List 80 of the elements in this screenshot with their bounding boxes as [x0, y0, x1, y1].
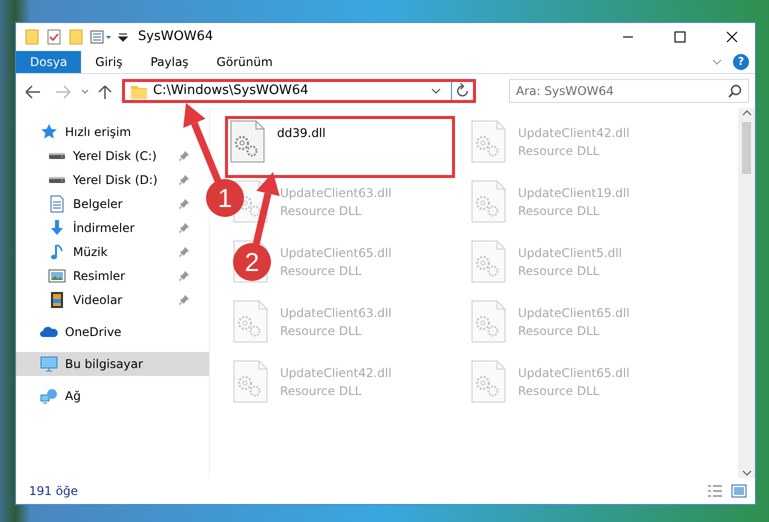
details-view-icon[interactable] — [707, 484, 723, 498]
file-type: Resource DLL — [280, 383, 362, 400]
step-number: 1 — [218, 183, 232, 213]
help-button[interactable]: ? — [733, 54, 749, 70]
ribbon-tab[interactable]: Giriş — [81, 51, 136, 73]
folder-icon — [24, 29, 40, 45]
address-path: C:\Windows\SysWOW64 — [153, 82, 308, 100]
search-field[interactable]: Ara: SysWOW64 — [509, 79, 749, 103]
sidebar-label: Videolar — [73, 292, 122, 309]
up-arrow-icon — [98, 84, 112, 100]
window-title: SysWOW64 — [138, 28, 214, 46]
large-icons-view-icon[interactable] — [731, 484, 747, 498]
music-note-icon — [48, 243, 66, 261]
scrollbar-thumb[interactable] — [742, 122, 751, 174]
dll-file-icon — [471, 300, 506, 343]
sidebar-label: Müzik — [73, 244, 108, 261]
sidebar-label: Yerel Disk (C:) — [73, 148, 157, 165]
sidebar-item[interactable]: Videolar — [16, 288, 195, 312]
sidebar-label: OneDrive — [65, 324, 122, 341]
dll-file-icon — [471, 240, 506, 283]
properties-icon[interactable] — [90, 29, 112, 45]
address-bar[interactable]: C:\Windows\SysWOW64 — [122, 79, 476, 103]
sidebar-item[interactable]: Hızlı erişim — [16, 120, 195, 144]
network-icon — [40, 387, 58, 405]
sidebar-item[interactable]: Resimler — [16, 264, 195, 288]
sidebar-item[interactable]: Ağ — [16, 384, 195, 408]
close-icon — [726, 31, 738, 43]
file-name[interactable]: dd39.dll — [277, 124, 326, 142]
sidebar-label: Ağ — [65, 388, 81, 405]
highlighted-file-item[interactable]: dd39.dll — [227, 118, 453, 176]
number-badge — [206, 179, 244, 217]
sidebar-item[interactable]: OneDrive — [16, 320, 195, 344]
drive-icon — [48, 176, 66, 184]
scrollbar[interactable] — [738, 108, 755, 478]
drive-icon — [48, 152, 66, 160]
sidebar-label: Belgeler — [73, 196, 123, 213]
sidebar-label: İndirmeler — [73, 220, 135, 237]
file-type: Resource DLL — [518, 263, 600, 280]
sidebar-item[interactable]: Belgeler — [16, 192, 195, 216]
checklist-icon[interactable] — [46, 29, 62, 45]
download-arrow-icon — [48, 219, 66, 237]
file-type: Resource DLL — [518, 143, 600, 160]
dll-file-icon — [233, 360, 268, 403]
ribbon-tab[interactable]: Paylaş — [136, 51, 203, 73]
ribbon-tab[interactable]: Dosya — [16, 51, 82, 73]
file-type: Resource DLL — [518, 203, 600, 220]
sidebar-item[interactable]: Bu bilgisayar — [16, 352, 209, 376]
chevron-up-icon — [742, 108, 752, 118]
dll-file-icon — [471, 180, 506, 223]
search-icon — [728, 84, 742, 98]
search-placeholder: Ara: SysWOW64 — [516, 83, 614, 100]
picture-icon — [48, 267, 66, 285]
file-type: Resource DLL — [280, 263, 362, 280]
sidebar-label: Bu bilgisayar — [65, 356, 143, 373]
sidebar-label: Resimler — [73, 268, 126, 285]
dll-file-icon — [233, 300, 268, 343]
back-arrow-icon — [24, 84, 42, 100]
film-icon — [48, 291, 66, 309]
dll-file-icon — [230, 120, 265, 163]
file-type: Resource DLL — [280, 203, 362, 220]
item-count: 191 öğe — [29, 483, 78, 500]
dll-file-icon — [471, 360, 506, 403]
monitor-icon — [40, 355, 58, 373]
chevron-down-icon — [742, 468, 752, 478]
sidebar-label: Yerel Disk (D:) — [73, 172, 158, 189]
sidebar-item[interactable]: Müzik — [16, 240, 195, 264]
star-icon — [40, 123, 58, 141]
dll-file-icon — [471, 120, 506, 163]
forward-arrow-icon — [54, 84, 72, 100]
sidebar-item[interactable]: Yerel Disk (C:) — [16, 144, 195, 168]
file-type: Resource DLL — [280, 323, 362, 340]
ribbon-tab[interactable]: Görünüm — [202, 51, 287, 73]
file-type: Resource DLL — [518, 383, 600, 400]
sidebar-label: Hızlı erişim — [65, 124, 132, 141]
sidebar-item[interactable]: Yerel Disk (D:) — [16, 168, 195, 192]
maximize-icon — [674, 31, 686, 43]
sidebar-item[interactable]: İndirmeler — [16, 216, 195, 240]
document-icon — [48, 195, 66, 213]
file-type: Resource DLL — [518, 323, 600, 340]
step-number: 2 — [244, 247, 260, 277]
